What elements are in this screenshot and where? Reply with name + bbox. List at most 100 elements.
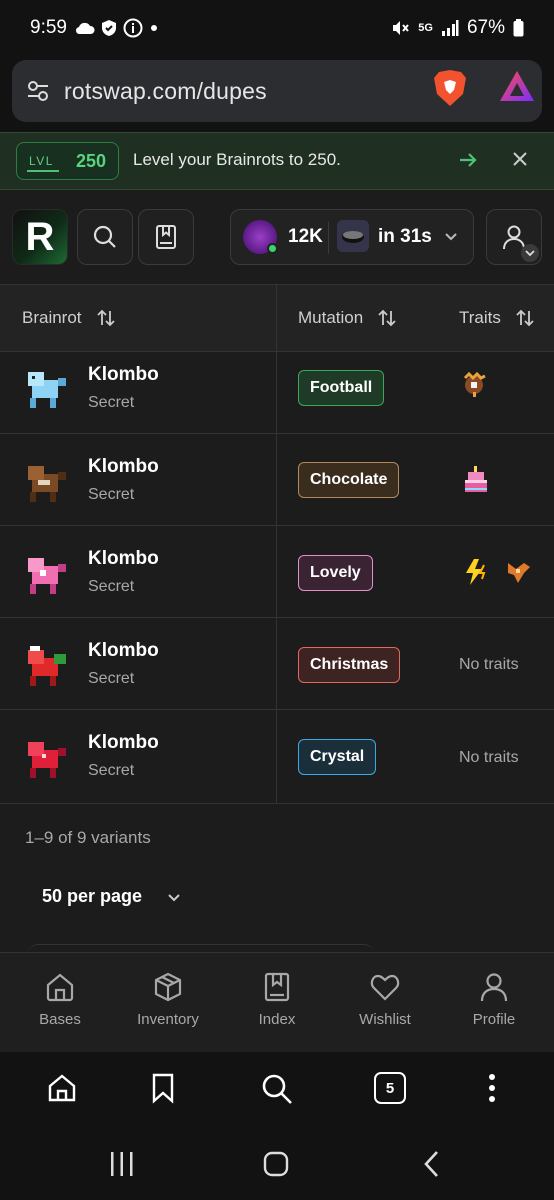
search-icon[interactable] <box>260 1072 294 1106</box>
home-icon <box>46 973 74 1002</box>
brainrot-name: Klombo <box>88 640 159 661</box>
nav-label-inventory: Inventory <box>137 1011 199 1028</box>
back-icon[interactable] <box>420 1150 444 1178</box>
table-row[interactable]: Klombo Secret Football <box>0 344 554 434</box>
klombo-sprite-icon <box>28 466 66 502</box>
collection-button[interactable] <box>138 209 194 265</box>
mutation-badge: Football <box>298 370 385 406</box>
browser-bar: rotswap.com/dupes <box>0 56 554 132</box>
battery-icon <box>513 19 524 37</box>
recent-apps-icon[interactable] <box>108 1150 136 1178</box>
app-bottom-nav: Bases Inventory Index Wishlist Profile <box>0 952 554 1052</box>
column-header-traits[interactable]: Traits <box>459 308 535 328</box>
no-traits-label: No traits <box>459 656 519 673</box>
mute-icon <box>393 21 410 35</box>
network-type: 5G <box>418 22 433 34</box>
column-header-mutation[interactable]: Mutation <box>298 308 397 328</box>
url-text[interactable]: rotswap.com/dupes <box>64 78 267 105</box>
nav-item-inventory[interactable]: Inventory <box>114 971 222 1028</box>
brainrot-header-label: Brainrot <box>22 308 82 327</box>
wallet-widget[interactable]: 12K in 31s <box>230 209 474 265</box>
klombo-sprite-icon <box>28 558 66 594</box>
bookmark-icon[interactable] <box>150 1072 176 1104</box>
klombo-sprite-icon <box>28 742 66 778</box>
search-button[interactable] <box>77 209 133 265</box>
pagination-summary: 1–9 of 9 variants <box>25 828 151 847</box>
search-icon <box>93 225 116 248</box>
traits-list <box>462 557 534 587</box>
mutation-badge: Christmas <box>298 647 401 683</box>
dot-icon <box>150 25 157 31</box>
chevron-down-icon <box>168 893 180 901</box>
status-time: 9:59 <box>30 17 67 38</box>
brave-shields-icon[interactable] <box>432 68 468 108</box>
tabs-button[interactable]: 5 <box>374 1072 406 1104</box>
level-progress-bar <box>27 170 59 172</box>
nav-label-wishlist: Wishlist <box>359 1011 411 1028</box>
cloud-icon <box>75 22 95 35</box>
chevron-down-icon <box>445 233 457 241</box>
wallet-divider <box>328 222 329 254</box>
home-button-icon[interactable] <box>262 1150 290 1178</box>
more-menu-icon[interactable] <box>482 1072 502 1104</box>
nav-label-index: Index <box>258 1011 296 1028</box>
brave-rewards-icon[interactable] <box>498 68 536 106</box>
level-value: 250 <box>75 150 106 171</box>
brainrot-rarity: Secret <box>88 670 135 687</box>
table-row[interactable]: Klombo Secret Christmas No traits <box>0 618 554 710</box>
mutation-header-label: Mutation <box>298 308 364 327</box>
brainrot-rarity: Secret <box>88 578 135 595</box>
timer-value: in 31s <box>378 226 432 247</box>
heart-icon <box>370 974 400 1001</box>
app-header: R 12K in 31s <box>0 190 554 284</box>
traits-list <box>459 370 489 400</box>
brainrot-name: Klombo <box>88 548 159 569</box>
nav-label-bases: Bases <box>39 1011 81 1028</box>
brainrot-name: Klombo <box>88 456 159 477</box>
fire-bat-trait-icon <box>508 563 530 583</box>
arrow-right-icon[interactable] <box>457 149 479 171</box>
home-icon[interactable] <box>46 1072 78 1104</box>
system-nav-bar <box>0 1128 554 1200</box>
book-icon <box>264 972 290 1002</box>
lightning-trait-icon <box>466 559 486 585</box>
shield-icon <box>101 20 116 36</box>
browser-toolbar: 5 <box>0 1052 554 1128</box>
column-header-brainrot[interactable]: Brainrot <box>22 308 116 328</box>
column-divider <box>276 285 277 353</box>
mutation-badge: Crystal <box>298 739 377 775</box>
signal-icon <box>441 20 459 36</box>
nav-item-wishlist[interactable]: Wishlist <box>331 971 439 1028</box>
per-page-select[interactable]: 50 per page <box>42 886 182 907</box>
brainrot-name: Klombo <box>88 732 159 753</box>
turkey-trait-icon <box>463 371 486 397</box>
no-traits-label: No traits <box>459 749 519 766</box>
status-bar: 9:59 5G 67% <box>0 0 554 56</box>
nav-label-profile: Profile <box>472 1011 516 1028</box>
sort-icon <box>96 309 115 327</box>
nav-item-index[interactable]: Index <box>223 971 331 1028</box>
account-chevron-icon <box>521 244 539 262</box>
balance-value: 12K <box>288 226 323 247</box>
table-row[interactable]: Klombo Secret Chocolate <box>0 434 554 526</box>
mutation-badge: Lovely <box>298 555 373 591</box>
per-page-value: 50 per page <box>42 886 143 906</box>
account-button[interactable] <box>486 209 542 265</box>
site-settings-icon[interactable] <box>26 79 50 103</box>
table-row[interactable]: Klombo Secret Lovely <box>0 526 554 618</box>
status-icons <box>75 18 159 38</box>
traits-header-label: Traits <box>459 308 501 327</box>
table-row[interactable]: Klombo Secret Crystal No traits <box>0 710 554 804</box>
klombo-sprite-icon <box>28 646 66 686</box>
book-icon <box>156 225 176 249</box>
mutation-badge: Chocolate <box>298 462 400 498</box>
sort-icon <box>378 309 396 327</box>
rotswap-logo[interactable]: R <box>12 209 68 265</box>
nav-item-bases[interactable]: Bases <box>6 971 114 1028</box>
close-icon[interactable] <box>510 149 530 169</box>
nav-item-profile[interactable]: Profile <box>440 971 548 1028</box>
traits-list <box>462 464 490 496</box>
brainrot-rarity: Secret <box>88 486 135 503</box>
klombo-sprite-icon <box>28 372 66 408</box>
level-banner: LVL 250 Level your Brainrots to 250. <box>0 132 554 190</box>
